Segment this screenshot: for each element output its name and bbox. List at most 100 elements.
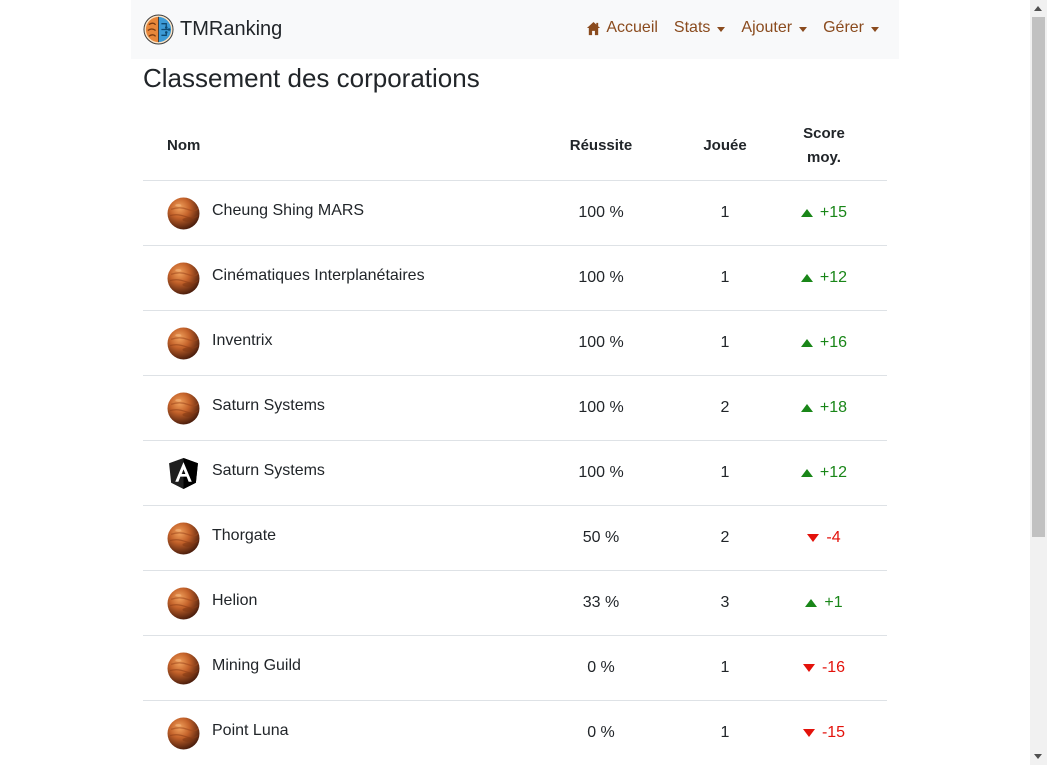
triangle-up-icon — [800, 469, 813, 477]
corp-name[interactable]: Mining Guild — [212, 657, 301, 675]
cell-played: 1 — [689, 310, 761, 376]
corp-name[interactable]: Helion — [212, 592, 257, 610]
score-value: +12 — [819, 464, 848, 481]
triangle-up-icon — [800, 274, 813, 282]
vertical-scrollbar[interactable] — [1030, 0, 1047, 765]
score-badge: +16 — [800, 334, 848, 352]
table-row[interactable]: Helion 33 % 3 +1 — [143, 570, 887, 636]
nav-home-label: Accueil — [606, 19, 658, 36]
table-row[interactable]: Inventrix 100 % 1 +16 — [143, 310, 887, 376]
score-value: -4 — [826, 529, 841, 546]
triangle-down-icon — [802, 664, 815, 672]
triangle-down-icon — [802, 729, 815, 737]
cell-rate: 100 % — [513, 245, 689, 311]
cell-rate: 100 % — [513, 180, 689, 246]
navbar: TMRanking Accueil Stats Ajouter Gérer — [131, 0, 899, 59]
table-row[interactable]: Cinématiques Interplanétaires 100 % 1 +1… — [143, 245, 887, 311]
score-badge: -4 — [807, 529, 841, 547]
corp-name-wrap: Saturn Systems — [167, 392, 513, 425]
triangle-up-icon — [800, 339, 813, 347]
mars-planet-icon — [167, 327, 200, 360]
cell-played: 3 — [689, 570, 761, 636]
table-row[interactable]: Thorgate 50 % 2 -4 — [143, 505, 887, 571]
mars-planet-icon — [167, 262, 200, 295]
nav-menu: Accueil Stats Ajouter Gérer — [586, 19, 879, 37]
scroll-up-arrow-icon[interactable] — [1034, 6, 1042, 11]
mars-planet-icon — [167, 392, 200, 425]
cell-name: Mining Guild — [143, 635, 513, 701]
score-value: +15 — [819, 204, 848, 221]
cell-rate: 100 % — [513, 375, 689, 441]
nav-stats-dropdown[interactable]: Stats — [674, 19, 726, 37]
mars-planet-icon — [167, 587, 200, 620]
corp-name[interactable]: Saturn Systems — [212, 397, 325, 415]
score-badge: +1 — [805, 594, 843, 612]
corp-name-wrap: Helion — [167, 587, 513, 620]
header-row: Nom Réussite Jouée Score moy. — [143, 112, 887, 181]
brain-icon — [143, 14, 174, 45]
score-value: -15 — [821, 724, 846, 741]
mars-planet-icon — [167, 522, 200, 555]
corp-name[interactable]: Point Luna — [212, 722, 289, 740]
scrollbar-thumb[interactable] — [1032, 17, 1045, 537]
header-played[interactable]: Jouée — [689, 112, 761, 181]
scroll-down-arrow-icon[interactable] — [1034, 754, 1042, 759]
brand-name: TMRanking — [180, 18, 283, 40]
cell-name: Inventrix — [143, 310, 513, 376]
cell-score: -15 — [761, 700, 887, 765]
cell-score: +15 — [761, 180, 887, 246]
caret-down-icon — [871, 26, 879, 32]
nav-manage-dropdown[interactable]: Gérer — [823, 19, 879, 37]
score-badge: -16 — [802, 659, 845, 677]
cell-played: 1 — [689, 700, 761, 765]
table-body: Cheung Shing MARS 100 % 1 +15 Cinématiqu… — [143, 180, 887, 765]
score-badge: +12 — [800, 269, 847, 287]
corp-name[interactable]: Thorgate — [212, 527, 276, 545]
page: TMRanking Accueil Stats Ajouter Gérer Cl… — [0, 0, 1030, 765]
nav-add-dropdown[interactable]: Ajouter — [741, 19, 808, 37]
cell-name: Helion — [143, 570, 513, 636]
cell-name: Point Luna — [143, 700, 513, 765]
corp-name[interactable]: Cinématiques Interplanétaires — [212, 267, 425, 285]
score-value: +16 — [819, 334, 848, 351]
header-score[interactable]: Score moy. — [761, 112, 887, 181]
score-badge: +12 — [800, 464, 848, 482]
cell-rate: 0 % — [513, 635, 689, 701]
corp-name[interactable]: Saturn Systems — [212, 462, 325, 480]
caret-down-icon — [717, 26, 726, 32]
ranking-table: Nom Réussite Jouée Score moy. Cheung Shi… — [143, 112, 887, 765]
table-row[interactable]: Saturn Systems 100 % 2 +18 — [143, 375, 887, 441]
caret-down-icon — [799, 26, 808, 32]
cell-score: +1 — [761, 570, 887, 636]
header-score-line2: moy. — [807, 149, 841, 166]
header-name[interactable]: Nom — [143, 112, 513, 181]
cell-played: 2 — [689, 505, 761, 571]
table-row[interactable]: Cheung Shing MARS 100 % 1 +15 — [143, 180, 887, 246]
corp-name[interactable]: Inventrix — [212, 332, 272, 350]
corp-name-wrap: Thorgate — [167, 522, 513, 555]
corp-name-wrap: Inventrix — [167, 327, 513, 360]
table-row[interactable]: Saturn Systems 100 % 1 +12 — [143, 440, 887, 506]
table-row[interactable]: Mining Guild 0 % 1 -16 — [143, 635, 887, 701]
mars-planet-icon — [167, 717, 200, 750]
table-row[interactable]: Point Luna 0 % 1 -15 — [143, 700, 887, 765]
cell-score: +18 — [761, 375, 887, 441]
cell-name: Cheung Shing MARS — [143, 180, 513, 246]
table-header: Nom Réussite Jouée Score moy. — [143, 112, 887, 181]
home-icon — [587, 21, 601, 35]
mars-planet-icon — [167, 652, 200, 685]
nav-manage-label: Gérer — [823, 19, 864, 36]
cell-name: Saturn Systems — [143, 440, 513, 506]
header-rate[interactable]: Réussite — [513, 112, 689, 181]
corp-name[interactable]: Cheung Shing MARS — [212, 202, 364, 220]
header-score-line1: Score — [803, 125, 845, 142]
cell-score: +12 — [761, 245, 887, 311]
brand-link[interactable]: TMRanking — [143, 14, 282, 45]
corp-name-wrap: Saturn Systems — [167, 457, 513, 490]
score-value: +18 — [819, 399, 848, 416]
cell-rate: 0 % — [513, 700, 689, 765]
page-title: Classement des corporations — [143, 63, 480, 93]
cell-rate: 50 % — [513, 505, 689, 571]
score-value: +1 — [824, 594, 843, 611]
nav-home[interactable]: Accueil — [586, 19, 658, 37]
